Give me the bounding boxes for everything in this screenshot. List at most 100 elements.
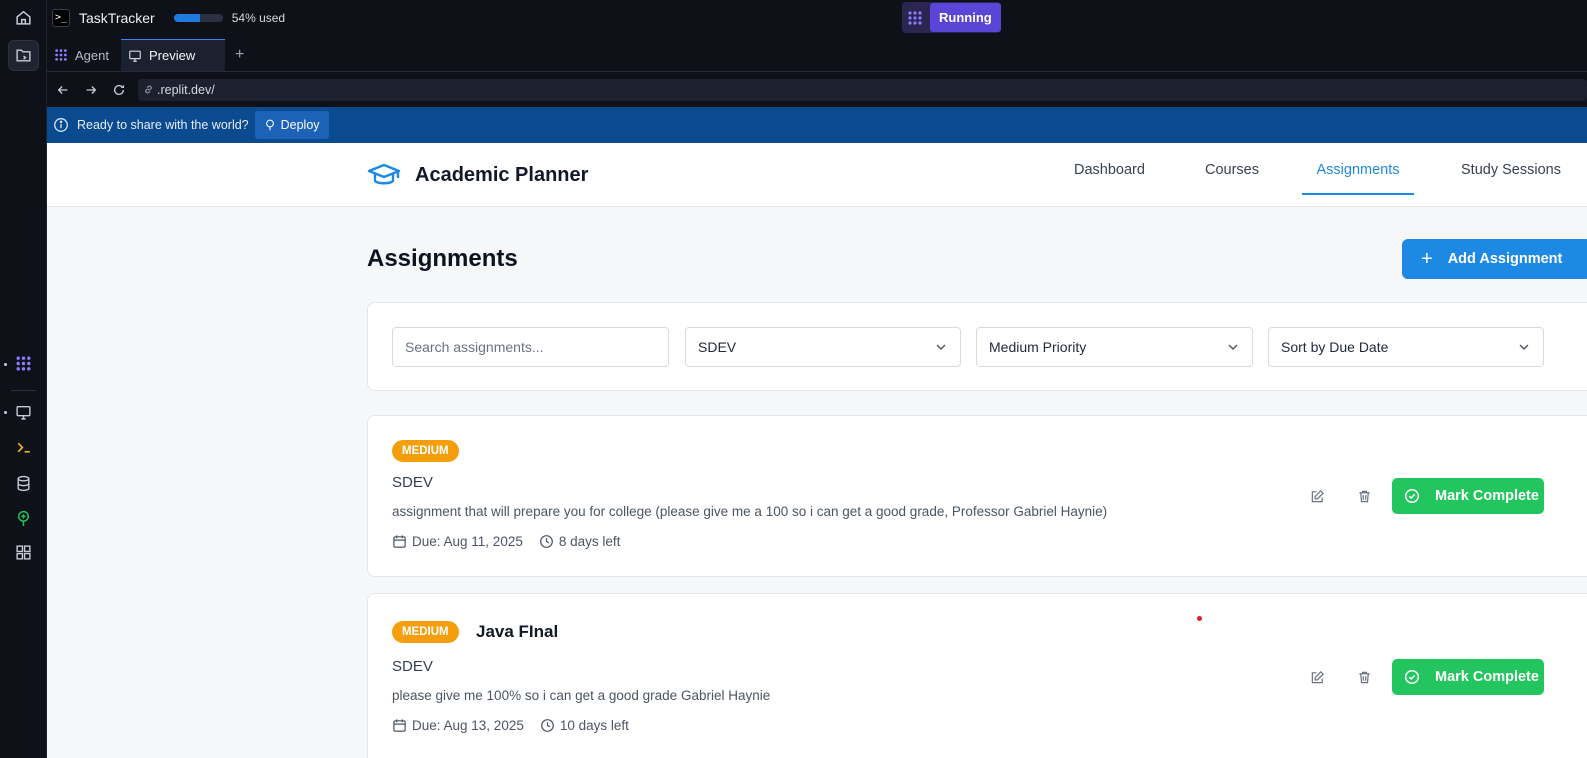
clock-icon <box>539 535 553 548</box>
active-dot <box>4 411 7 414</box>
forward-arrow-icon[interactable] <box>77 76 105 104</box>
page-title: Assignments <box>367 245 518 272</box>
brand-name: Academic Planner <box>415 163 589 186</box>
assignment-meta: Due: Aug 11, 2025 8 days left <box>392 534 620 549</box>
deploy-icon <box>265 119 274 131</box>
edit-button[interactable] <box>1305 665 1329 689</box>
days-left: 8 days left <box>558 534 621 549</box>
info-icon <box>54 118 68 132</box>
trash-icon <box>1358 490 1370 502</box>
assignment-course: SDEV <box>392 474 433 491</box>
sort-select-value: Sort by Due Date <box>1281 339 1389 355</box>
tab-agent[interactable]: Agent <box>47 39 121 71</box>
preview-icon[interactable] <box>8 397 39 428</box>
assignment-meta: Due: Aug 13, 2025 10 days left <box>392 718 629 733</box>
priority-badge: MEDIUM <box>392 621 459 643</box>
workspace-tabs: Agent Preview + <box>47 39 1587 72</box>
check-circle-icon <box>1404 488 1420 504</box>
delete-button[interactable] <box>1352 665 1376 689</box>
plus-icon: + <box>1421 248 1433 270</box>
trash-icon <box>1358 671 1370 683</box>
deploy-label: Deploy <box>280 118 320 132</box>
delete-button[interactable] <box>1352 484 1376 508</box>
graduation-cap-icon <box>367 163 401 185</box>
due-date: Due: Aug 13, 2025 <box>412 718 524 733</box>
files-toggle-icon[interactable] <box>8 40 39 71</box>
agent-icon[interactable] <box>8 348 39 379</box>
url-field[interactable]: .replit.dev/ <box>138 78 1587 101</box>
clock-icon <box>540 719 554 732</box>
sort-select[interactable]: Sort by Due Date <box>1268 327 1544 367</box>
monitor-icon <box>129 50 141 62</box>
running-button[interactable]: Running <box>930 3 1001 32</box>
agent-icon <box>906 9 924 27</box>
active-dot <box>4 363 7 366</box>
nav-courses[interactable]: Courses <box>1205 143 1259 195</box>
course-select[interactable]: SDEV <box>685 327 961 367</box>
assignment-title: Java FInal <box>476 622 559 641</box>
link-icon <box>145 85 152 94</box>
search-input[interactable]: Search assignments... <box>392 327 669 367</box>
priority-select-value: Medium Priority <box>989 339 1087 355</box>
cursor-marker <box>1197 616 1202 621</box>
usage-progress-fill <box>173 13 201 22</box>
app-navbar: Academic Planner Dashboard Courses Assig… <box>47 143 1587 207</box>
nav-dashboard[interactable]: Dashboard <box>1074 143 1145 195</box>
add-assignment-label: Add Assignment <box>1447 251 1563 267</box>
url-text: .replit.dev/ <box>157 82 215 97</box>
reload-icon[interactable] <box>105 76 133 104</box>
url-bar: .replit.dev/ <box>47 72 1587 107</box>
deploy-button[interactable]: Deploy <box>254 111 329 139</box>
edit-icon <box>1311 489 1324 502</box>
database-icon[interactable] <box>8 468 39 499</box>
course-select-value: SDEV <box>698 339 737 355</box>
calendar-icon <box>393 535 406 548</box>
back-arrow-icon[interactable] <box>49 76 77 104</box>
mark-complete-label: Mark Complete <box>1435 488 1539 504</box>
banner-text: Ready to share with the world? <box>77 118 249 132</box>
rail-divider <box>11 390 36 391</box>
mark-complete-button[interactable]: Mark Complete <box>1392 478 1544 514</box>
run-control[interactable]: Running <box>902 2 1001 33</box>
assignment-course: SDEV <box>392 658 433 675</box>
edit-button[interactable] <box>1305 484 1329 508</box>
priority-select[interactable]: Medium Priority <box>976 327 1253 367</box>
add-assignment-button[interactable]: + Add Assignment <box>1402 239 1587 279</box>
filter-panel: Search assignments... SDEV Medium Priori… <box>367 302 1587 391</box>
priority-badge: MEDIUM <box>392 440 459 462</box>
nav-study-sessions[interactable]: Study Sessions <box>1461 143 1561 195</box>
days-left: 10 days left <box>559 718 629 733</box>
mark-complete-label: Mark Complete <box>1435 669 1539 685</box>
calendar-icon <box>393 719 406 732</box>
nav-assignments[interactable]: Assignments <box>1302 143 1414 195</box>
edit-icon <box>1311 670 1324 683</box>
usage-progress-bar <box>173 13 223 22</box>
assignment-description: assignment that will prepare you for col… <box>392 504 1108 519</box>
apps-grid-icon[interactable] <box>8 537 39 568</box>
app-preview: Academic Planner Dashboard Courses Assig… <box>47 143 1587 758</box>
agent-icon <box>55 49 67 61</box>
left-rail <box>0 0 47 758</box>
check-circle-icon <box>1404 669 1420 685</box>
app-name[interactable]: TaskTracker <box>79 10 155 26</box>
new-tab-plus-icon[interactable]: + <box>235 39 244 71</box>
mark-complete-button[interactable]: Mark Complete <box>1392 659 1544 695</box>
deploy-rail-icon[interactable] <box>8 503 39 534</box>
assignment-description: please give me 100% so i can get a good … <box>392 688 771 703</box>
home-icon[interactable] <box>8 2 39 33</box>
app-logo-icon: >_ <box>52 8 70 27</box>
tab-preview[interactable]: Preview <box>120 39 225 71</box>
chevron-down-icon <box>1519 344 1529 350</box>
due-date: Due: Aug 11, 2025 <box>412 534 523 549</box>
workspace-topbar: >_ TaskTracker 54% used Running <box>47 0 1587 35</box>
brand[interactable]: Academic Planner <box>367 161 588 189</box>
chevron-down-icon <box>1228 344 1238 350</box>
usage-text: 54% used <box>231 10 286 25</box>
tab-label: Preview <box>148 48 196 63</box>
tab-label: Agent <box>75 47 109 63</box>
deploy-banner: Ready to share with the world? Deploy <box>47 107 1587 143</box>
chevron-down-icon <box>936 344 946 350</box>
assignment-card: MEDIUM Java FInal SDEV please give me 10… <box>367 593 1587 758</box>
console-icon[interactable] <box>8 432 39 463</box>
assignment-card: MEDIUM SDEV assignment that will prepare… <box>367 415 1587 577</box>
